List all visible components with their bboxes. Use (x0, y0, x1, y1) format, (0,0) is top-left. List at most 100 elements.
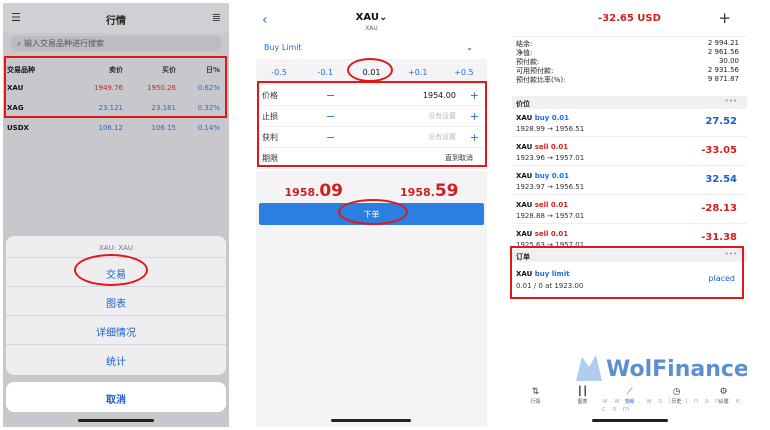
trade-chart-icon: ⟋ (626, 387, 633, 397)
tab-history[interactable]: ◷ 历史 (653, 387, 700, 411)
position-side: sell 0.01 (534, 201, 569, 209)
positions-header-label: 价位 (516, 100, 530, 108)
volume-minus-0-5[interactable]: -0.5 (256, 68, 302, 77)
price-quotes: 1958.09 1958.59 (256, 173, 487, 201)
position-row[interactable]: XAU sell 0.01 1923.96 → 1957.01 -33.05 (512, 138, 747, 166)
account-summary: 结余: 2 994.21 净值: 2 961.56 预付款: 30.00 可用预付款:… (512, 39, 747, 84)
chart-option[interactable]: 图表 (6, 287, 226, 316)
position-profit: -33.05 (701, 145, 737, 156)
symbol-label: USDX (7, 124, 29, 132)
position-symbol: XAU (516, 143, 533, 151)
highlight-pending-order (510, 246, 744, 299)
position-row[interactable]: XAU sell 0.01 1928.88 → 1957.01 -28.13 (512, 196, 747, 224)
position-side: sell 0.01 (534, 230, 569, 238)
tab-quotes[interactable]: ⇅ 行情 (512, 387, 559, 411)
chevron-down-icon: ⌄ (378, 12, 388, 23)
trade-screen: -32.65 USD + 结余: 2 994.21 净值: 2 961.56 预付款… (512, 3, 747, 427)
position-row[interactable]: XAU buy 0.01 1923.97 → 1956.51 32.54 (512, 167, 747, 195)
account-row: 预付款比率(%): 9 871.87 (512, 75, 747, 84)
account-label: 结余: (516, 40, 533, 48)
position-symbol: XAU (516, 172, 533, 180)
home-indicator (331, 419, 411, 422)
position-prices: 1928.88 → 1957.01 (516, 212, 585, 220)
position-prices: 1928.99 → 1956.51 (516, 125, 585, 133)
position-prices: 1923.96 → 1957.01 (516, 154, 585, 162)
edit-list-icon[interactable]: ≣ (212, 11, 221, 24)
account-value: 2 961.56 (707, 48, 739, 56)
position-prices: 1923.97 → 1956.51 (516, 183, 585, 191)
symbol-title[interactable]: XAU⌄ (256, 12, 487, 23)
position-profit: -31.38 (701, 232, 737, 243)
order-type-select[interactable]: Buy Limit ⌄ (256, 39, 487, 59)
cancel-button[interactable]: 取消 (6, 382, 226, 412)
bid-price-big: 09 (319, 181, 343, 201)
search-placeholder: 输入交易品种进行搜索 (24, 39, 105, 48)
positions-header: 价位 ••• (512, 96, 747, 109)
position-row[interactable]: XAU buy 0.01 1928.99 → 1956.51 27.52 (512, 109, 747, 137)
account-label: 净值: (516, 49, 533, 57)
volume-plus-0-5[interactable]: +0.5 (441, 68, 487, 77)
ask-value: 106.15 (151, 124, 177, 132)
tab-label: 交易 (624, 399, 635, 405)
bid-value: 106.12 (98, 124, 124, 132)
position-profit: 32.54 (705, 174, 737, 185)
order-type-value: Buy Limit (264, 43, 302, 52)
highlight-trade-option (74, 254, 148, 286)
search-input[interactable]: ⌕ 输入交易品种进行搜索 (11, 36, 221, 51)
watermark-name: WolFinance (606, 357, 747, 382)
account-label: 可用预付款: (516, 67, 554, 75)
account-row: 结余: 2 994.21 (512, 39, 747, 48)
quote-row[interactable]: USDX 106.12 106.15 0.14% (3, 119, 229, 137)
highlight-quotes (4, 56, 227, 118)
tab-chart[interactable]: ┃┃ 图表 (559, 387, 606, 411)
ask-price-prefix: 1958. (400, 186, 435, 199)
account-label: 预付款: (516, 58, 540, 66)
position-side: buy 0.01 (534, 172, 569, 180)
page-title: 行情 (106, 16, 126, 27)
highlight-order-form (257, 81, 487, 167)
account-label: 预付款比率(%): (516, 76, 566, 84)
symbol-title-text: XAU (355, 12, 379, 23)
highlight-volume (347, 58, 393, 82)
statistics-option[interactable]: 统计 (6, 345, 226, 374)
account-row: 预付款: 30.00 (512, 57, 747, 66)
change-value: 0.14% (197, 124, 220, 132)
symbol-subtitle: XAU (365, 25, 378, 32)
wolf-logo-icon (576, 355, 602, 381)
account-value: 30.00 (718, 57, 739, 65)
position-symbol: XAU (516, 230, 533, 238)
ask-price: 1958.59 (372, 181, 488, 201)
volume-plus-0-1[interactable]: +0.1 (395, 68, 441, 77)
tab-label: 设置 (718, 399, 729, 405)
chevron-down-icon: ⌄ (466, 43, 473, 52)
floating-profit: -32.65 USD (598, 13, 661, 24)
account-value: 2 931.56 (707, 66, 739, 74)
trade-nav-bar: -32.65 USD + (512, 3, 747, 37)
more-icon[interactable]: ••• (725, 97, 737, 105)
screenshot-collage: ☰ 行情 ≣ ⌕ 输入交易品种进行搜索 交易品种 卖价 买价 日% XAU 19… (0, 0, 770, 430)
bid-price-prefix: 1958. (284, 186, 320, 199)
details-option[interactable]: 详细情况 (6, 316, 226, 345)
position-profit: 27.52 (705, 116, 737, 127)
tab-settings[interactable]: ⚙ 设置 (700, 387, 747, 411)
order-nav-bar: ‹ XAU⌄ XAU (256, 3, 487, 39)
volume-minus-0-1[interactable]: -0.1 (302, 68, 348, 77)
tab-trade[interactable]: ⟋ 交易 (606, 387, 653, 411)
account-row: 净值: 2 961.56 (512, 48, 747, 57)
search-icon: ⌕ (17, 39, 22, 48)
gear-icon: ⚙ (719, 387, 728, 397)
candles-icon: ┃┃ (577, 387, 588, 397)
account-value: 2 994.21 (707, 39, 739, 47)
position-symbol: XAU (516, 114, 533, 122)
position-side: sell 0.01 (534, 143, 569, 151)
home-indicator (78, 419, 154, 422)
tab-label: 历史 (671, 399, 682, 405)
account-row: 可用预付款: 2 931.56 (512, 66, 747, 75)
tab-label: 行情 (530, 399, 541, 405)
arrows-icon: ⇅ (531, 387, 540, 397)
watermark: WolFinance w w w . w o l f i n a n c e .… (572, 351, 747, 413)
tab-label: 图表 (577, 399, 588, 405)
new-order-icon[interactable]: + (718, 9, 731, 27)
bottom-tab-bar: ⇅ 行情 ┃┃ 图表 ⟋ 交易 ◷ 历史 ⚙ 设置 (512, 387, 747, 411)
ask-price-big: 59 (434, 181, 459, 201)
